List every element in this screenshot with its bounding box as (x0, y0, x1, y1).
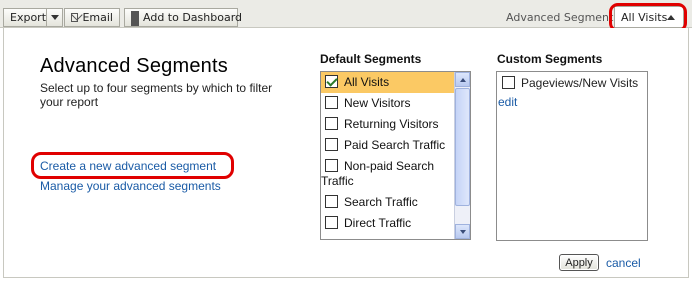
checkbox-new-visitors[interactable] (325, 96, 338, 109)
segment-label: Returning Visitors (344, 117, 439, 131)
default-segments-list: All Visits New Visitors Returning Visito… (320, 71, 471, 240)
scrollbar-thumb[interactable] (455, 88, 470, 206)
highlight-annotation-create-link (31, 152, 234, 179)
scroll-up-icon[interactable] (455, 72, 470, 87)
segment-label: Pageviews/New Visits (521, 76, 639, 90)
custom-segments-heading: Custom Segments (497, 52, 603, 66)
dashboard-grid-icon (131, 11, 139, 26)
export-label: Export (10, 11, 47, 24)
list-item[interactable]: New Visitors (321, 93, 455, 114)
list-item[interactable]: Returning Visitors (321, 114, 455, 135)
page-subtitle: Select up to four segments by which to f… (40, 81, 273, 109)
segment-label: New Visitors (344, 96, 411, 110)
chevron-down-icon (50, 15, 59, 20)
cancel-link[interactable]: cancel (606, 256, 641, 270)
list-item[interactable]: All Visits (321, 72, 455, 93)
checkbox-direct-traffic[interactable] (325, 216, 338, 229)
checkbox-pageviews-new-visits[interactable] (502, 76, 515, 89)
segment-label: Search Traffic (344, 195, 418, 209)
list-scrollbar[interactable] (454, 72, 470, 239)
segment-label: Direct Traffic (344, 216, 412, 230)
checkbox-all-visits[interactable] (325, 75, 338, 88)
email-label: Email (82, 11, 113, 24)
edit-segment-link[interactable]: edit (498, 95, 517, 109)
advanced-segments-label: Advanced Segments (506, 11, 620, 24)
report-toolbar: Export Email Add to Dashboard Advanced S… (0, 0, 692, 32)
list-item[interactable]: Non-paid Search Traffic (321, 156, 455, 192)
apply-button[interactable]: Apply (559, 254, 599, 271)
manage-segments-link[interactable]: Manage your advanced segments (40, 179, 221, 193)
checkbox-returning-visitors[interactable] (325, 117, 338, 130)
scroll-down-icon[interactable] (455, 224, 470, 239)
checkbox-non-paid-search[interactable] (325, 159, 338, 172)
list-item[interactable]: Paid Search Traffic (321, 135, 455, 156)
email-button[interactable]: Email (64, 8, 120, 27)
list-item[interactable]: Direct Traffic (321, 213, 455, 234)
add-to-dashboard-button[interactable]: Add to Dashboard (124, 8, 242, 27)
segment-label: All Visits (344, 75, 390, 89)
export-dropdown-button[interactable] (46, 8, 63, 27)
checkbox-search-traffic[interactable] (325, 195, 338, 208)
segment-label: Paid Search Traffic (344, 138, 446, 152)
custom-segments-list: Pageviews/New Visits edit (496, 71, 648, 241)
default-segments-heading: Default Segments (320, 52, 422, 66)
list-item[interactable]: Search Traffic (321, 192, 455, 213)
add-to-dashboard-label: Add to Dashboard (143, 11, 243, 24)
checkbox-paid-search[interactable] (325, 138, 338, 151)
list-item[interactable]: Pageviews/New Visits (497, 72, 647, 91)
page-title: Advanced Segments (40, 55, 228, 77)
envelope-icon (71, 13, 79, 22)
